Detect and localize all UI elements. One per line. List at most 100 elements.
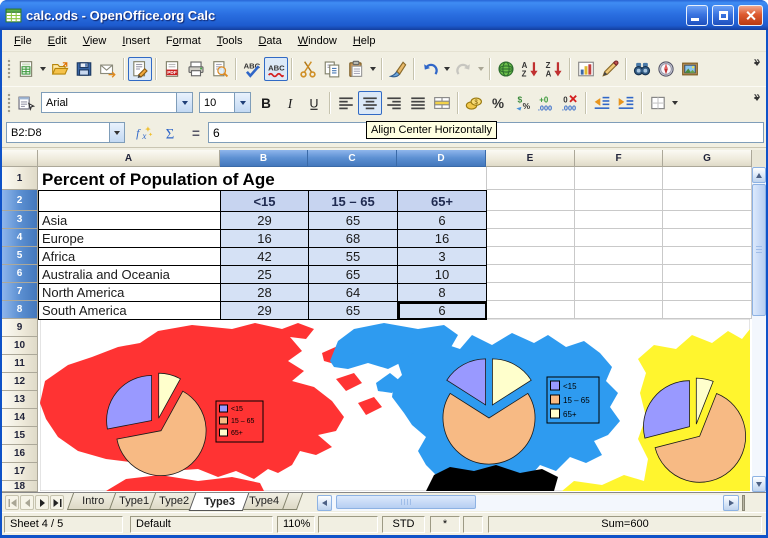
cell-e7[interactable] (487, 283, 575, 301)
auto-spellcheck-button[interactable]: ABC (264, 57, 288, 81)
cell-e1[interactable] (487, 167, 575, 190)
increase-indent-button[interactable] (614, 91, 638, 115)
undo-dropdown[interactable] (442, 57, 452, 81)
grid-corner-box[interactable] (2, 150, 38, 167)
value-cell[interactable]: 55 (309, 248, 398, 266)
edit-file-button[interactable] (128, 57, 152, 81)
paste-dropdown[interactable] (368, 57, 378, 81)
borders-dropdown[interactable] (670, 91, 680, 115)
cell-e2[interactable] (487, 190, 575, 211)
open-button[interactable] (48, 57, 72, 81)
vertical-scrollbar[interactable] (752, 167, 766, 492)
toolbar-drag-handle[interactable] (6, 92, 12, 114)
chart-button[interactable] (574, 57, 598, 81)
value-cell[interactable]: 3 (398, 248, 487, 266)
page-preview-button[interactable] (208, 57, 232, 81)
scroll-up-button[interactable] (752, 167, 766, 183)
name-box[interactable]: B2:D8 (6, 122, 125, 143)
cell-f7[interactable] (575, 283, 663, 301)
redo-button[interactable] (452, 57, 476, 81)
format-paintbrush-button[interactable] (386, 57, 410, 81)
column-header-f[interactable]: F (575, 150, 663, 167)
region-label-cell[interactable]: Africa (39, 248, 221, 266)
cell-f3[interactable] (575, 211, 663, 229)
cell-f2[interactable] (575, 190, 663, 211)
cell-g1[interactable] (663, 167, 752, 190)
maximize-button[interactable] (712, 5, 734, 26)
cell-e4[interactable] (487, 229, 575, 247)
menu-item-view[interactable]: View (75, 33, 115, 49)
value-cell[interactable]: 64 (309, 284, 398, 302)
value-cell[interactable]: 65 (309, 266, 398, 284)
cut-button[interactable] (296, 57, 320, 81)
sheet-title-cell[interactable]: Percent of Population of Age (42, 170, 275, 190)
close-button[interactable] (738, 5, 763, 26)
row-header-15[interactable]: 15 (2, 427, 38, 445)
column-header-d[interactable]: D (397, 150, 486, 167)
horizontal-scrollbar[interactable] (332, 495, 723, 511)
cell-e5[interactable] (487, 247, 575, 265)
menu-item-file[interactable]: File (6, 33, 40, 49)
row-header-7[interactable]: 7 (2, 283, 38, 301)
row-header-5[interactable]: 5 (2, 247, 38, 265)
row-header-13[interactable]: 13 (2, 391, 38, 409)
copy-button[interactable] (320, 57, 344, 81)
align-left-button[interactable] (334, 91, 358, 115)
function-wizard-button[interactable]: fx (132, 122, 155, 144)
value-cell[interactable]: 65 (309, 302, 398, 320)
new-document-button[interactable] (14, 57, 38, 81)
paste-button[interactable] (344, 57, 368, 81)
table-col-header-1[interactable]: <15 (221, 191, 309, 212)
percent-button[interactable]: % (486, 91, 510, 115)
region-label-cell[interactable]: North America (39, 284, 221, 302)
cell-g8[interactable] (663, 301, 752, 319)
value-cell[interactable]: 28 (221, 284, 309, 302)
toolbar-overflow-button[interactable]: » (750, 55, 764, 83)
row-header-3[interactable]: 3 (2, 211, 38, 229)
sheet-nav-previous-button[interactable] (20, 495, 34, 510)
world-map-pie-chart[interactable]: <1515 – 6565+<1515 – 6565+ (40, 319, 750, 491)
sort-descending-button[interactable]: ZA (542, 57, 566, 81)
value-cell[interactable]: 16 (221, 230, 309, 248)
undo-button[interactable] (418, 57, 442, 81)
find-replace-button[interactable] (630, 57, 654, 81)
column-header-g[interactable]: G (663, 150, 752, 167)
scroll-right-button[interactable] (723, 495, 739, 511)
menu-item-insert[interactable]: Insert (114, 33, 158, 49)
table-col-header-3[interactable]: 65+ (398, 191, 487, 212)
borders-button[interactable] (646, 91, 670, 115)
equals-button[interactable]: = (184, 122, 207, 144)
cell-e3[interactable] (487, 211, 575, 229)
export-pdf-button[interactable]: PDF (160, 57, 184, 81)
draw-functions-button[interactable] (598, 57, 622, 81)
print-button[interactable] (184, 57, 208, 81)
hyperlink-button[interactable] (494, 57, 518, 81)
bold-button[interactable]: B (254, 91, 278, 115)
cell-g4[interactable] (663, 229, 752, 247)
column-header-b[interactable]: B (220, 150, 308, 167)
cell-f8[interactable] (575, 301, 663, 319)
scroll-left-button[interactable] (317, 495, 332, 511)
font-name-dropdown[interactable] (176, 93, 192, 112)
menu-item-edit[interactable]: Edit (40, 33, 75, 49)
redo-dropdown[interactable] (476, 57, 486, 81)
decrease-indent-button[interactable] (590, 91, 614, 115)
sheet-nav-next-button[interactable] (35, 495, 49, 510)
font-size-dropdown[interactable] (234, 93, 250, 112)
cell-g5[interactable] (663, 247, 752, 265)
row-header-8[interactable]: 8 (2, 301, 38, 319)
row-header-10[interactable]: 10 (2, 337, 38, 355)
gallery-button[interactable] (678, 57, 702, 81)
tab-split-handle[interactable] (742, 495, 745, 511)
minimize-button[interactable] (686, 5, 708, 26)
cell-f4[interactable] (575, 229, 663, 247)
column-header-c[interactable]: C (308, 150, 397, 167)
value-cell[interactable]: 25 (221, 266, 309, 284)
column-header-a[interactable]: A (38, 150, 220, 167)
menu-item-data[interactable]: Data (250, 33, 289, 49)
cell-e6[interactable] (487, 265, 575, 283)
region-label-cell[interactable]: Australia and Oceania (39, 266, 221, 284)
sheet-tab-type3[interactable]: Type3 (189, 493, 250, 511)
new-document-dropdown[interactable] (38, 57, 48, 81)
font-size-combobox[interactable]: 10 (199, 92, 251, 113)
